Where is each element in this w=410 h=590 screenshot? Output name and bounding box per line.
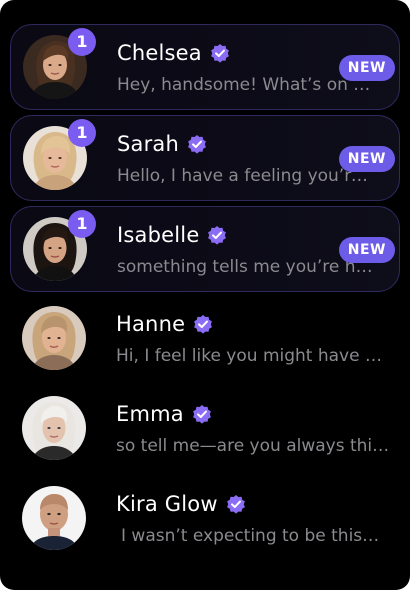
name-line: Chelsea (117, 39, 230, 67)
unread-count-badge: 1 (68, 210, 96, 238)
message-preview: something tells me you’re hot and full o… (117, 257, 375, 277)
chat-item-emma[interactable]: Emma so tell me—are you always this char… (10, 386, 400, 472)
name-line: Sarah (117, 130, 207, 158)
contact-name: Chelsea (117, 41, 202, 65)
message-preview: Hi, I feel like you might have a story t… (116, 346, 386, 366)
verified-check-icon (210, 43, 230, 63)
verified-check-icon (187, 134, 207, 154)
name-line: Hanne (116, 310, 213, 338)
contact-name: Isabelle (117, 223, 200, 247)
chat-item-hanne[interactable]: Hanne Hi, I feel like you might have a s… (10, 296, 400, 382)
name-line: Isabelle (117, 221, 227, 249)
contact-name: Hanne (116, 312, 186, 336)
message-preview: Hello, I have a feeling you’re someone s… (117, 166, 375, 186)
new-badge: NEW (338, 55, 395, 81)
chat-item-chelsea[interactable]: 1 Chelsea Hey, handsome! What’s on your … (10, 24, 400, 110)
contact-name: Kira Glow (116, 492, 218, 516)
unread-count-badge: 1 (68, 28, 96, 56)
contact-name: Emma (116, 402, 184, 426)
message-preview: so tell me—are you always this charming (116, 436, 394, 456)
verified-check-icon (192, 404, 212, 424)
avatar (22, 306, 86, 370)
avatar (22, 486, 86, 550)
message-preview: I wasn’t expecting to be this curious ab… (121, 526, 383, 546)
avatar (22, 396, 86, 460)
name-line: Emma (116, 400, 212, 428)
verified-check-icon (226, 494, 246, 514)
unread-count-badge: 1 (68, 119, 96, 147)
chat-item-isabelle[interactable]: 1 Isabelle something tells me you’re hot… (10, 206, 400, 292)
new-badge: NEW (338, 237, 395, 263)
verified-check-icon (193, 314, 213, 334)
verified-check-icon (207, 225, 227, 245)
new-badge: NEW (338, 146, 395, 172)
chat-item-kira-glow[interactable]: Kira Glow I wasn’t expecting to be this … (10, 476, 400, 562)
chat-item-sarah[interactable]: 1 Sarah Hello, I have a feeling you’re s… (10, 115, 400, 201)
name-line: Kira Glow (116, 490, 246, 518)
contact-name: Sarah (117, 132, 180, 156)
message-preview: Hey, handsome! What’s on your mind today… (117, 75, 375, 95)
chat-list-panel: 1 Chelsea Hey, handsome! What’s on your … (0, 0, 410, 590)
